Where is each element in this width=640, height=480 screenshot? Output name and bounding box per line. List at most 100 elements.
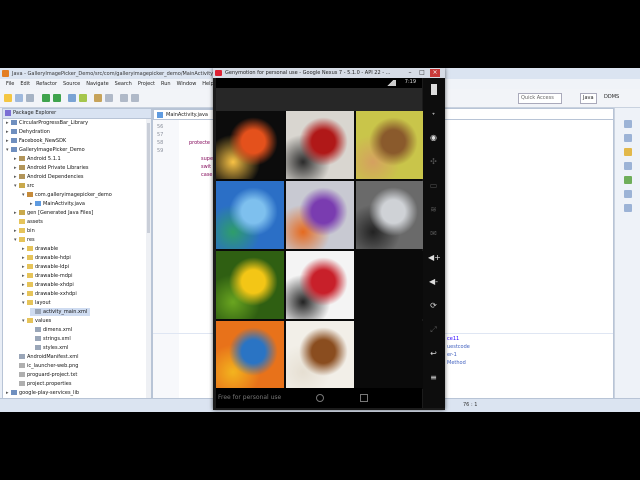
rotate-icon[interactable]: ⟳ [428,300,439,311]
perspective-ddms[interactable]: DDMS [602,93,621,102]
flame-sculpture-image[interactable] [286,181,354,249]
volume-down-icon[interactable]: ◀- [428,276,439,287]
red-machine-image[interactable] [286,111,354,179]
open-type-icon[interactable] [94,94,102,102]
tree-item[interactable]: ▸ drawable-xxhdpi [22,290,77,298]
tree-item[interactable]: dimens.xml [30,326,72,334]
wifi-icon[interactable]: ≋ [428,204,439,215]
menu-help[interactable]: Help [202,81,213,87]
project-icon [11,138,17,143]
home-nav-icon[interactable] [316,394,324,402]
tree-item-label: gen [Generated Java Files] [27,210,94,216]
cocktail-glasses-image[interactable] [286,251,354,319]
tree-item[interactable]: ▸ google-play-services_lib [6,389,79,397]
tree-item[interactable]: ▸ Dehydration [6,128,50,136]
menu-refactor[interactable]: Refactor [36,81,57,87]
tree-item[interactable]: ▸ CircularProgressBar_Library [6,119,88,127]
menu-icon[interactable]: ≡ [428,372,439,383]
logcat-icon[interactable] [624,176,632,184]
tree-item[interactable]: ▸ drawable-mdpi [22,272,73,280]
sunflower-image[interactable] [216,251,284,319]
volume-up-icon[interactable]: ◀+ [428,252,441,263]
progress-icon[interactable] [624,204,632,212]
back-icon[interactable]: ↩ [428,348,439,359]
package-explorer-title: Package Explorer [13,110,57,116]
tree-item[interactable]: ▸ drawable-hdpi [22,254,71,262]
tree-item[interactable]: ▾ com.galleryimagepicker_demo [22,191,112,199]
avd-manager-icon[interactable] [79,94,87,102]
battery-icon[interactable] [431,84,437,95]
maximize-button[interactable]: □ [417,69,427,77]
tree-item[interactable]: ▾ values [22,317,51,325]
tree-item[interactable]: ▸ Android 5.1.1 [14,155,61,163]
tree-item[interactable]: activity_main.xml [30,308,91,316]
sms-icon[interactable]: ✉ [428,228,439,239]
tree-vertical-scrollbar[interactable] [146,119,151,407]
tree-item[interactable]: proguard-project.txt [14,371,77,379]
folder-icon [27,300,33,305]
back-nav-icon[interactable] [120,94,128,102]
fantasy-creatures-image[interactable] [356,111,424,179]
tree-item[interactable]: AndroidManifest.xml [14,353,78,361]
tree-item[interactable]: assets [14,218,43,226]
move-icon[interactable]: ✣ [428,156,439,167]
problems-icon[interactable] [624,148,632,156]
menu-window[interactable]: Window [177,81,197,87]
recents-nav-icon[interactable] [360,394,368,402]
tree-item[interactable]: ic_launcher-web.png [14,362,78,370]
close-button[interactable]: × [430,69,440,77]
menu-navigate[interactable]: Navigate [86,81,108,87]
print-icon[interactable] [26,94,34,102]
tree-item[interactable]: ▾ res [14,236,35,244]
tree-item[interactable]: strings.xml [30,335,71,343]
tree-item[interactable]: ▸ Facebook_NewSDK [6,137,66,145]
coffee-cup-image[interactable] [286,321,354,389]
orange-flower-image[interactable] [216,321,284,389]
scale-icon[interactable]: ⤢ [428,324,439,335]
camera-icon[interactable]: ◉ [428,132,439,143]
silver-car-image[interactable] [356,181,424,249]
tree-item[interactable]: ▸ drawable-xhdpi [22,281,74,289]
menu-search[interactable]: Search [115,81,132,87]
fire-abstract-image[interactable] [216,111,284,179]
save-icon[interactable] [15,94,23,102]
id-icon[interactable]: ▭ [428,180,439,191]
tree-item[interactable]: project.properties [14,380,71,388]
tree-item[interactable]: ▸ drawable-ldpi [22,263,69,271]
quick-access-input[interactable]: Quick Access [518,93,562,104]
tree-item[interactable]: ▸ bin [14,227,35,235]
perspective-java[interactable]: Java [580,93,597,104]
menu-edit[interactable]: Edit [20,81,30,87]
task-list-icon[interactable] [624,134,632,142]
folder-icon [19,219,25,224]
tree-item[interactable]: ▾ layout [22,299,51,307]
new-icon[interactable] [4,94,12,102]
menu-project[interactable]: Project [138,81,155,87]
console-icon[interactable] [624,162,632,170]
search-icon[interactable] [105,94,113,102]
minimize-button[interactable]: – [405,69,415,77]
tree-item-label: google-play-services_lib [19,390,80,396]
run-icon[interactable] [53,94,61,102]
tree-item[interactable]: ▾ GalleryImagePicker_Demo [6,146,85,154]
wave-landscape-image[interactable] [216,181,284,249]
tree-item[interactable]: ▸ MainActivity.java [30,200,85,208]
declaration-icon[interactable] [624,190,632,198]
android-sdk-icon[interactable] [68,94,76,102]
forward-nav-icon[interactable] [131,94,139,102]
outline-icon[interactable] [624,120,632,128]
debug-icon[interactable] [42,94,50,102]
blank-tile [356,251,424,319]
menu-run[interactable]: Run [161,81,171,87]
menu-file[interactable]: File [6,81,14,87]
menu-source[interactable]: Source [63,81,80,87]
tree-item[interactable]: ▸ gen [Generated Java Files] [14,209,93,217]
gps-icon[interactable]: ⌖ [428,108,439,119]
tree-item-label: Dehydration [19,129,50,135]
tree-item[interactable]: ▸ drawable [22,245,58,253]
tree-item-label: src [27,183,35,189]
tree-item[interactable]: ▸ Android Dependencies [14,173,84,181]
tree-item[interactable]: ▸ Android Private Libraries [14,164,89,172]
tree-item[interactable]: styles.xml [30,344,68,352]
tree-item[interactable]: ▾ src [14,182,34,190]
